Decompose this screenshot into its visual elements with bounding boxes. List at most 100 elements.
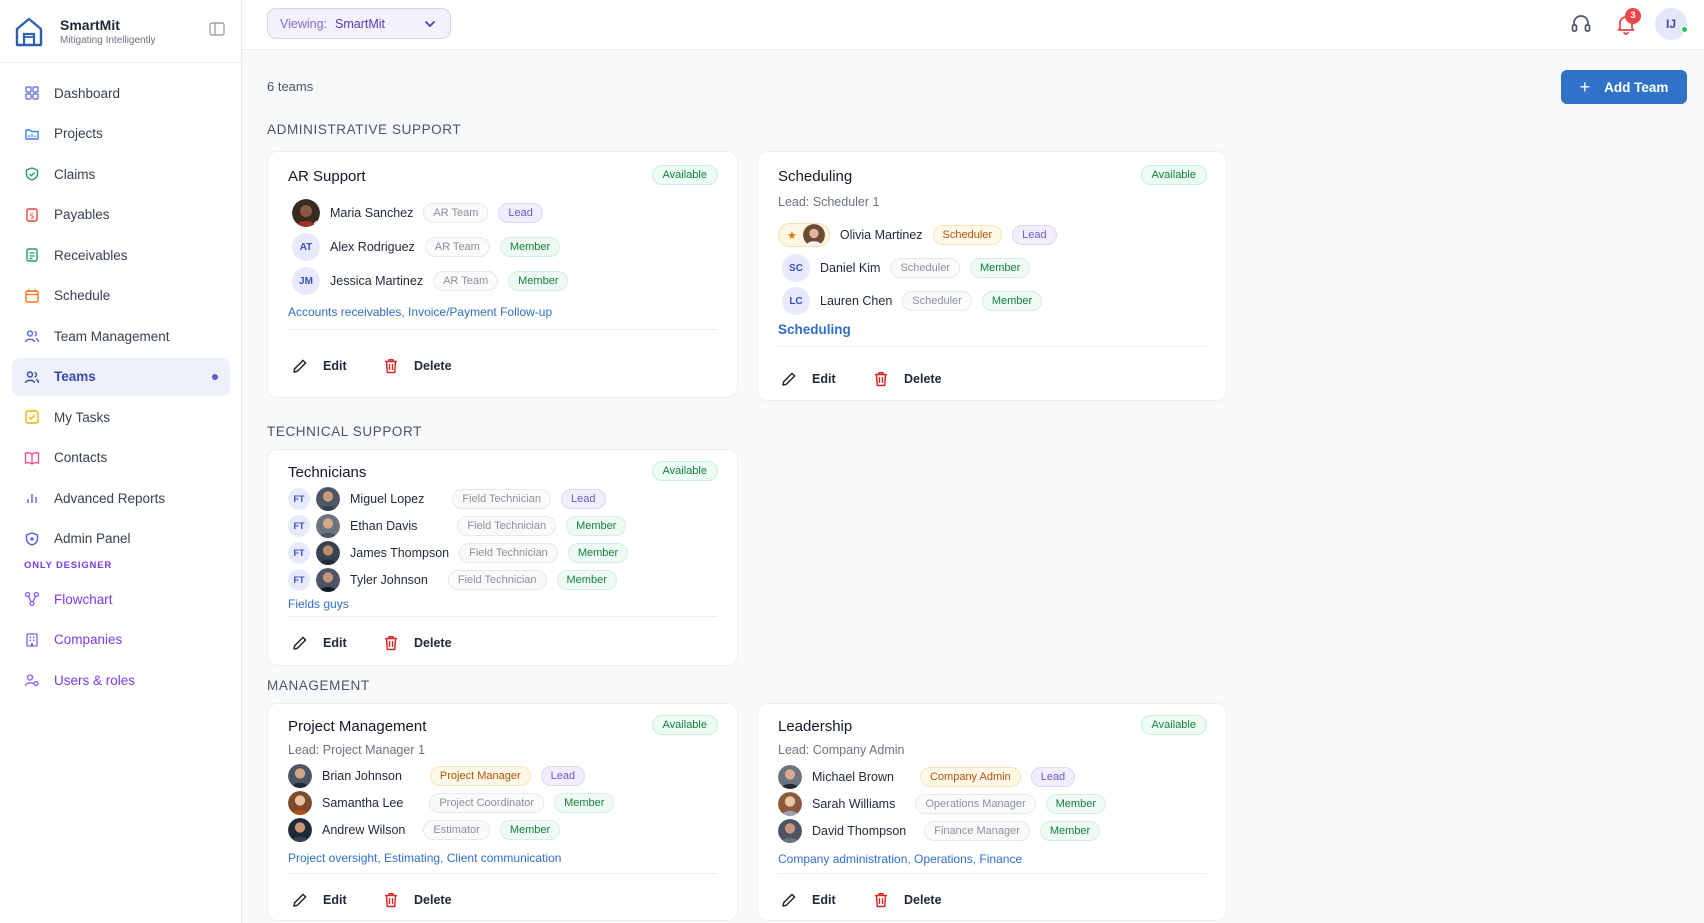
team-tags: Scheduling <box>778 322 851 337</box>
receipt-icon <box>26 248 38 262</box>
membership-chip: Member <box>499 237 561 257</box>
trash-icon <box>385 359 397 374</box>
sidebar-item-flowchart[interactable]: Flowchart <box>12 580 230 618</box>
member-name: Alex Rodriguez <box>330 240 415 254</box>
house-logo-icon <box>15 17 43 47</box>
member-row[interactable]: Sarah Williams Operations Manager Member <box>778 789 1106 819</box>
user-avatar[interactable]: IJ <box>1655 8 1687 40</box>
sidebar-item-companies[interactable]: Companies <box>12 621 230 659</box>
avatar: SC <box>782 254 810 282</box>
sidebar: SmartMit Mitigating Intelligently Dashbo… <box>0 0 242 923</box>
delete-button[interactable]: Delete <box>382 891 452 909</box>
viewing-company-select[interactable]: Viewing: SmartMit <box>267 8 451 39</box>
sidebar-item-advanced-reports[interactable]: Advanced Reports <box>12 479 230 517</box>
member-name: Lauren Chen <box>820 294 893 308</box>
membership-chip: Member <box>566 516 627 536</box>
member-row[interactable]: Maria Sanchez AR Team Lead <box>292 198 543 228</box>
member-row[interactable]: FT Miguel Lopez Field Technician Lead <box>288 484 606 514</box>
member-row[interactable]: LC Lauren Chen Scheduler Member <box>782 286 1043 316</box>
avatar-photo <box>316 487 340 511</box>
sidebar-item-teams[interactable]: Teams <box>12 357 230 396</box>
edit-button[interactable]: Edit <box>780 891 836 909</box>
role-chip: Company Admin <box>919 767 1021 787</box>
book-icon <box>24 451 40 465</box>
pencil-icon <box>293 636 307 650</box>
sidebar-item-contacts[interactable]: Contacts <box>12 439 230 477</box>
avatar: FT <box>288 488 310 510</box>
delete-button[interactable]: Delete <box>382 357 452 375</box>
add-team-button[interactable]: + Add Team <box>1561 70 1687 104</box>
sidebar-collapse-icon[interactable] <box>208 20 226 38</box>
sidebar-item-label: Users & roles <box>54 672 136 688</box>
role-chip: Operations Manager <box>915 794 1036 814</box>
role-chip: AR Team <box>424 237 490 257</box>
delete-label: Delete <box>414 359 452 373</box>
sidebar-item-admin-panel[interactable]: Admin Panel <box>12 520 230 558</box>
member-row[interactable]: AT Alex Rodriguez AR Team Member <box>292 232 561 262</box>
edit-label: Edit <box>812 893 836 907</box>
sidebar-item-schedule[interactable]: Schedule <box>12 277 230 315</box>
member-row[interactable]: FT James Thompson Field Technician Membe… <box>288 538 629 568</box>
member-row[interactable]: Brian Johnson Project Manager Lead <box>288 761 586 791</box>
member-row[interactable]: David Thompson Finance Manager Member <box>778 816 1101 846</box>
delete-button[interactable]: Delete <box>872 370 942 388</box>
role-chip: Project Coordinator <box>429 793 545 813</box>
pencil-icon <box>293 359 307 373</box>
edit-button[interactable]: Edit <box>291 634 347 652</box>
avatar: JM <box>292 267 320 295</box>
member-row[interactable]: Michael Brown Company Admin Lead <box>778 762 1076 792</box>
membership-chip: Member <box>1045 794 1106 814</box>
edit-label: Edit <box>323 893 347 907</box>
sidebar-item-claims[interactable]: Claims <box>12 155 230 193</box>
status-badge: Available <box>1140 715 1207 735</box>
edit-button[interactable]: Edit <box>291 357 347 375</box>
sidebar-item-label: Teams <box>54 369 96 384</box>
member-name: Samantha Lee <box>322 796 404 810</box>
avatar-photo <box>316 541 340 565</box>
delete-label: Delete <box>904 372 942 386</box>
role-chip: AR Team <box>433 271 499 291</box>
avatar: FT <box>288 515 310 537</box>
edit-label: Edit <box>812 372 836 386</box>
edit-button[interactable]: Edit <box>780 370 836 388</box>
sidebar-item-payables[interactable]: $ Payables <box>12 196 230 234</box>
sidebar-item-users-roles[interactable]: Users & roles <box>12 661 230 699</box>
sidebar-item-my-tasks[interactable]: My Tasks <box>12 398 230 436</box>
avatar: FT <box>288 569 310 591</box>
sidebar-item-label: Schedule <box>54 288 111 303</box>
edit-button[interactable]: Edit <box>291 891 347 909</box>
team-lead-text: Lead: Scheduler 1 <box>778 195 880 209</box>
team-card-project-management: Project Management Available Lead: Proje… <box>267 703 738 921</box>
pencil-icon <box>782 893 796 907</box>
sidebar-item-team-management[interactable]: Team Management <box>12 317 230 355</box>
avatar <box>802 224 825 246</box>
card-divider <box>288 329 717 330</box>
svg-text:$: $ <box>29 211 34 220</box>
sidebar-item-label: Flowchart <box>54 591 113 607</box>
section-title: TECHNICAL SUPPORT <box>267 424 422 439</box>
brand[interactable]: SmartMit Mitigating Intelligently <box>14 12 228 52</box>
team-name: AR Support <box>288 168 366 185</box>
member-name: Daniel Kim <box>820 261 881 275</box>
headset-support-icon[interactable] <box>1569 12 1593 36</box>
status-badge: Available <box>651 461 718 481</box>
sidebar-item-projects[interactable]: Projects <box>12 115 230 153</box>
member-row[interactable]: FT Ethan Davis Field Technician Member <box>288 511 627 541</box>
sidebar-item-dashboard[interactable]: Dashboard <box>12 74 230 112</box>
section-title: ADMINISTRATIVE SUPPORT <box>267 122 462 137</box>
member-row[interactable]: JM Jessica Martinez AR Team Member <box>292 266 569 296</box>
membership-chip: Member <box>508 271 569 291</box>
member-row[interactable]: FT Tyler Johnson Field Technician Member <box>288 565 617 595</box>
member-row[interactable]: Samantha Lee Project Coordinator Member <box>288 788 615 818</box>
member-row[interactable]: ★ Olivia Martinez Scheduler Lead <box>778 220 1057 250</box>
delete-label: Delete <box>414 893 452 907</box>
brand-tagline: Mitigating Intelligently <box>60 35 156 46</box>
sidebar-item-receivables[interactable]: Receivables <box>12 236 230 274</box>
avatar: LC <box>782 287 810 315</box>
delete-button[interactable]: Delete <box>872 891 942 909</box>
trash-icon <box>385 636 397 651</box>
delete-button[interactable]: Delete <box>382 634 452 652</box>
member-row[interactable]: Andrew Wilson Estimator Member <box>288 815 561 845</box>
grid-icon <box>25 86 39 100</box>
member-row[interactable]: SC Daniel Kim Scheduler Member <box>782 253 1031 283</box>
